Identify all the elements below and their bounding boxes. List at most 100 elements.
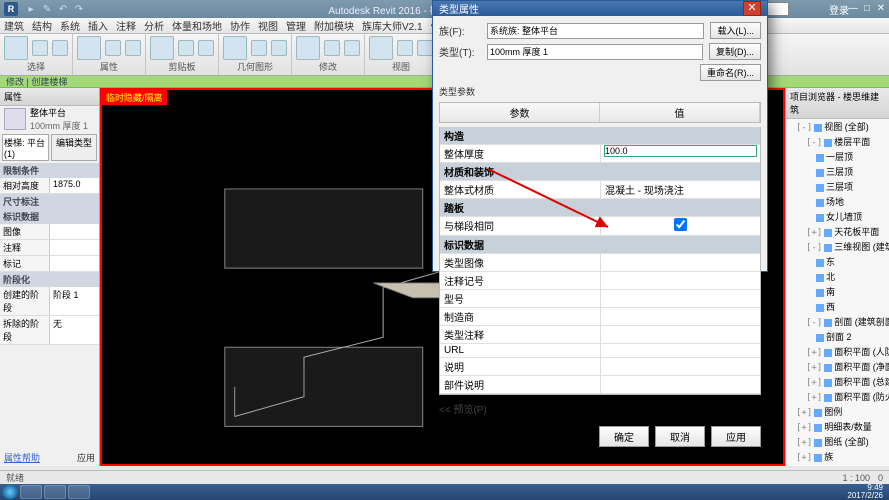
- ribbon-tab[interactable]: 视图: [258, 18, 278, 33]
- tree-item[interactable]: 一层顶: [796, 149, 889, 164]
- ribbon-tab[interactable]: 分析: [144, 18, 164, 33]
- prop-demo-value[interactable]: 无: [49, 316, 99, 344]
- tree-item[interactable]: 剖面 2: [796, 329, 889, 344]
- tree-item[interactable]: [+]族: [796, 449, 889, 464]
- tree-item[interactable]: [+]面积平面 (净面积): [796, 359, 889, 374]
- tree-expander-icon[interactable]: [+]: [796, 423, 812, 433]
- qat-open-icon[interactable]: ▸: [24, 2, 38, 16]
- ribbon-tab[interactable]: 系统: [60, 18, 80, 33]
- tree-item[interactable]: 西: [796, 299, 889, 314]
- tree-item[interactable]: 场地: [796, 194, 889, 209]
- ribbon-tool-icon[interactable]: [223, 36, 247, 60]
- load-button[interactable]: 载入(L)...: [710, 22, 761, 39]
- status-scale[interactable]: 1 : 100: [842, 473, 870, 483]
- start-button[interactable]: [2, 485, 18, 499]
- tree-item[interactable]: [-]楼层平面: [796, 134, 889, 149]
- prop-mark-value[interactable]: [49, 256, 99, 271]
- ribbon-tool-icon[interactable]: [369, 36, 393, 60]
- qat-undo-icon[interactable]: ↶: [56, 2, 70, 16]
- ribbon-tool-icon[interactable]: [296, 36, 320, 60]
- tree-item[interactable]: [+]面积平面 (总建筑面积): [796, 374, 889, 389]
- tree-item[interactable]: [-]视图 (全部): [796, 119, 889, 134]
- tree-item[interactable]: 南: [796, 284, 889, 299]
- tree-item[interactable]: [+]图纸 (全部): [796, 434, 889, 449]
- tree-expander-icon[interactable]: [-]: [806, 138, 822, 148]
- taskbar-app-icon[interactable]: [68, 485, 90, 499]
- prop-comments-value[interactable]: [49, 240, 99, 255]
- user-login[interactable]: 登录: [829, 2, 849, 17]
- tree-expander-icon[interactable]: [+]: [796, 408, 812, 418]
- tree-item[interactable]: [-]剖面 (建筑剖面): [796, 314, 889, 329]
- rename-button[interactable]: 重命名(R)...: [700, 64, 761, 81]
- tree-expander-icon[interactable]: [+]: [806, 348, 822, 358]
- ribbon-tab[interactable]: 结构: [32, 18, 52, 33]
- prop-rel-height-input[interactable]: [53, 179, 96, 189]
- taskbar-app-icon[interactable]: [20, 485, 42, 499]
- ribbon-tool-icon[interactable]: [251, 40, 267, 56]
- tree-expander-icon[interactable]: [+]: [806, 393, 822, 403]
- ribbon-tab[interactable]: 附加模块: [314, 18, 354, 33]
- ribbon-tool-icon[interactable]: [52, 40, 68, 56]
- ribbon-tool-icon[interactable]: [344, 40, 360, 56]
- tree-item[interactable]: [+]图例: [796, 404, 889, 419]
- tree-expander-icon[interactable]: [+]: [806, 378, 822, 388]
- ribbon-tab[interactable]: 体量和场地: [172, 18, 222, 33]
- tree-expander-icon[interactable]: [+]: [796, 438, 812, 448]
- dialog-close-button[interactable]: ✕: [743, 1, 761, 16]
- ribbon-tool-icon[interactable]: [125, 40, 141, 56]
- taskbar-app-icon[interactable]: [44, 485, 66, 499]
- maximize-icon[interactable]: □: [861, 3, 873, 15]
- param-value-input[interactable]: [605, 146, 756, 156]
- tree-item[interactable]: [+]面积平面 (防火分区面积): [796, 389, 889, 404]
- copy-button[interactable]: 复制(D)...: [709, 43, 761, 60]
- properties-apply-button[interactable]: 应用: [77, 451, 95, 464]
- tree-expander-icon[interactable]: [+]: [806, 363, 822, 373]
- prop-created-value[interactable]: 阶段 1: [49, 287, 99, 315]
- tree-expander-icon[interactable]: [-]: [796, 123, 812, 133]
- ribbon-tool-icon[interactable]: [397, 40, 413, 56]
- minimize-icon[interactable]: —: [847, 3, 859, 15]
- family-combo[interactable]: 系统族: 整体平台: [487, 23, 704, 39]
- ribbon-tool-icon[interactable]: [417, 40, 433, 56]
- ribbon-tool-icon[interactable]: [150, 36, 174, 60]
- tree-expander-icon[interactable]: [-]: [806, 243, 822, 253]
- ribbon-tool-icon[interactable]: [77, 36, 101, 60]
- tree-item[interactable]: [+]组: [796, 464, 889, 466]
- tree-item[interactable]: [+]面积平面 (人防分区面积): [796, 344, 889, 359]
- qat-save-icon[interactable]: ✎: [40, 2, 54, 16]
- ribbon-tab[interactable]: 注释: [116, 18, 136, 33]
- instance-selector[interactable]: 楼梯: 平台 (1): [2, 134, 49, 161]
- tree-item[interactable]: 东: [796, 254, 889, 269]
- ok-button[interactable]: 确定: [599, 426, 649, 447]
- type-combo[interactable]: 100mm 厚度 1: [487, 44, 703, 60]
- ribbon-tab[interactable]: 插入: [88, 18, 108, 33]
- tree-item[interactable]: [+]天花板平面: [796, 224, 889, 239]
- param-value[interactable]: 混凝土 - 现场浇注: [605, 186, 684, 197]
- prop-image-value[interactable]: [49, 224, 99, 239]
- ribbon-tab[interactable]: 协作: [230, 18, 250, 33]
- tree-item[interactable]: [+]明细表/数量: [796, 419, 889, 434]
- revit-logo[interactable]: R: [4, 2, 18, 16]
- tree-expander-icon[interactable]: [-]: [806, 318, 822, 328]
- ribbon-tab[interactable]: 管理: [286, 18, 306, 33]
- tree-item[interactable]: 北: [796, 269, 889, 284]
- tree-item[interactable]: 三层顶: [796, 164, 889, 179]
- tree-item[interactable]: 三层项: [796, 179, 889, 194]
- edit-type-button[interactable]: 编辑类型: [51, 134, 97, 161]
- tree-expander-icon[interactable]: [+]: [796, 453, 812, 463]
- ribbon-tool-icon[interactable]: [271, 40, 287, 56]
- properties-help-link[interactable]: 属性帮助: [4, 453, 40, 463]
- ribbon-tab[interactable]: 族库大师V2.1: [362, 18, 423, 33]
- preview-toggle[interactable]: << 预览(P): [439, 401, 487, 416]
- ribbon-tool-icon[interactable]: [105, 40, 121, 56]
- tree-item[interactable]: [-]三维视图 (建筑立面): [796, 239, 889, 254]
- ribbon-tool-icon[interactable]: [178, 40, 194, 56]
- tree-item[interactable]: 女儿墙顶: [796, 209, 889, 224]
- ribbon-tool-icon[interactable]: [32, 40, 48, 56]
- apply-button[interactable]: 应用: [711, 426, 761, 447]
- ribbon-tool-icon[interactable]: [198, 40, 214, 56]
- close-icon[interactable]: ✕: [875, 3, 887, 15]
- qat-redo-icon[interactable]: ↷: [72, 2, 86, 16]
- system-clock[interactable]: 9:49 2017/2/26: [847, 484, 887, 500]
- ribbon-tab[interactable]: 建筑: [4, 18, 24, 33]
